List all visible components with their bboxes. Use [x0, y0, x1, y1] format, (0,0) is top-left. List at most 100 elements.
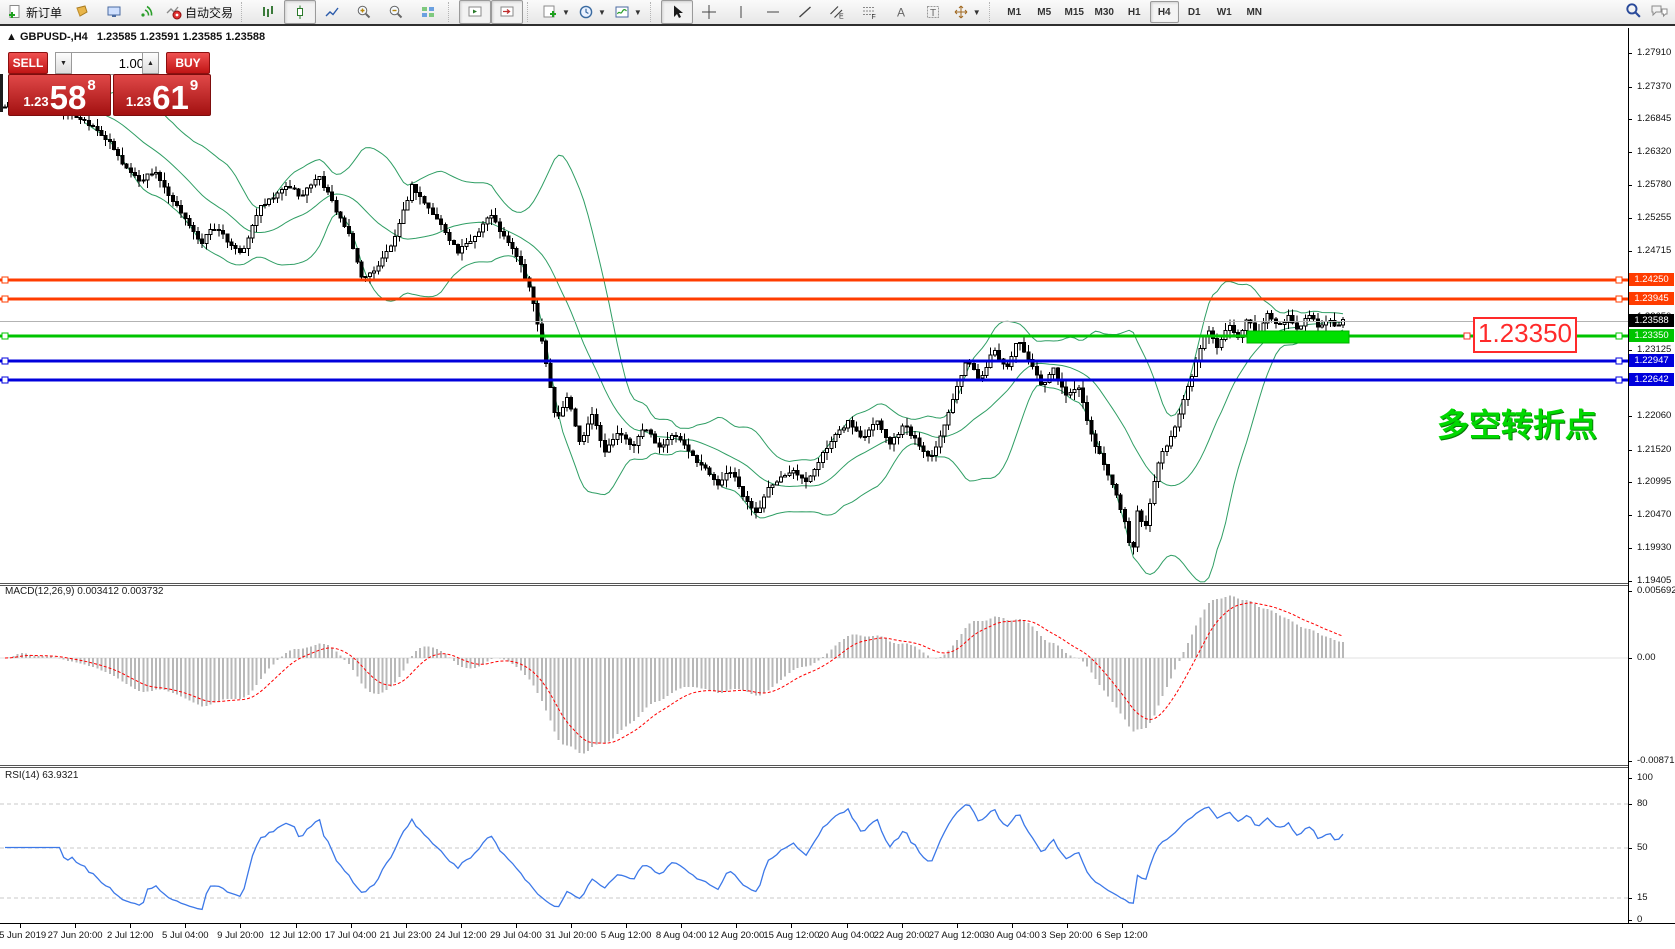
buy-button[interactable]: BUY — [166, 52, 210, 74]
volume-input[interactable] — [71, 52, 149, 75]
publisher-button[interactable] — [98, 0, 130, 24]
time-tick — [571, 924, 572, 928]
price-tick-label: 1.27910 — [1637, 47, 1671, 58]
crayon-icon — [74, 4, 90, 20]
period-button-w1[interactable]: W1 — [1210, 1, 1239, 23]
svg-text:T: T — [930, 8, 936, 19]
cursor-button[interactable] — [661, 0, 693, 24]
time-tick — [185, 924, 186, 928]
sell-button[interactable]: SELL — [8, 52, 48, 74]
volume-increase-button[interactable]: ▲ — [142, 52, 159, 74]
macd-canvas[interactable] — [0, 585, 1629, 766]
time-label: 30 Aug 04:00 — [984, 930, 1040, 941]
indicators-dropdown-button[interactable]: ▼ — [538, 0, 574, 24]
buy-price-big: 61 — [152, 83, 189, 113]
dropdown-arrow-icon: ▼ — [634, 8, 642, 17]
vertical-line-button[interactable] — [725, 0, 757, 24]
fibonacci-button[interactable]: F — [853, 0, 885, 24]
price-tick-label: 1.21520 — [1637, 444, 1671, 455]
macd-tick-label: 0.005692 — [1637, 585, 1675, 596]
bar-chart-button[interactable] — [252, 0, 284, 24]
candlestick-icon — [292, 4, 308, 20]
candlestick-chart-button[interactable] — [284, 0, 316, 24]
sell-price-box[interactable]: 1.23 58 8 — [8, 74, 111, 116]
signal-icon — [138, 4, 154, 20]
zoom-out-button[interactable] — [380, 0, 412, 24]
line-chart-icon — [324, 4, 340, 20]
price-tag: 1.22642 — [1629, 373, 1674, 386]
time-label: 5 Jul 04:00 — [162, 930, 208, 941]
toolbar-separator — [448, 2, 456, 22]
time-label: 25 Jun 2019 — [0, 930, 46, 941]
time-label: 6 Sep 12:00 — [1096, 930, 1147, 941]
main-chart-canvas[interactable] — [0, 28, 1629, 583]
equidistant-channel-button[interactable]: E — [821, 0, 853, 24]
period-button-m30[interactable]: M30 — [1090, 1, 1119, 23]
time-tick — [1122, 924, 1123, 928]
macd-pane-divider[interactable] — [0, 583, 1629, 586]
arrows-dropdown-button[interactable]: ▼ — [949, 0, 985, 24]
price-callout-label[interactable]: 1.23350 — [1473, 317, 1577, 353]
rsi-tick-label: 100 — [1637, 772, 1653, 783]
price-tick-label: 1.20995 — [1637, 476, 1671, 487]
zoom-out-icon — [388, 4, 404, 20]
period-button-h1[interactable]: H1 — [1120, 1, 1149, 23]
price-tick-label: 1.20470 — [1637, 509, 1671, 520]
sell-price-small: 1.23 — [23, 94, 48, 109]
time-label: 17 Jul 04:00 — [325, 930, 377, 941]
buy-price-box[interactable]: 1.23 61 9 — [113, 74, 211, 116]
macd-label: MACD(12,26,9) 0.003412 0.003732 — [5, 586, 163, 597]
time-tick — [957, 924, 958, 928]
period-button-mn[interactable]: MN — [1240, 1, 1269, 23]
time-tick — [902, 924, 903, 928]
buy-price-sup: 9 — [190, 77, 198, 94]
periods-dropdown-button[interactable]: ▼ — [574, 0, 610, 24]
rsi-pane-divider[interactable] — [0, 765, 1629, 768]
chart-shift-button[interactable] — [491, 0, 523, 24]
period-button-h4[interactable]: H4 — [1150, 1, 1179, 23]
price-tick-label: 1.25780 — [1637, 179, 1671, 190]
text-button[interactable]: A — [885, 0, 917, 24]
cn-annotation-text[interactable]: 多空转折点 — [1437, 400, 1597, 446]
period-buttons: M1M5M15M30H1H4D1W1MN — [1000, 1, 1269, 23]
new-order-button[interactable]: 新订单 — [3, 0, 66, 24]
price-tick-label: 1.25255 — [1637, 212, 1671, 223]
price-tick-label: 1.22600 — [1637, 377, 1671, 388]
templates-dropdown-button[interactable]: ▼ — [610, 0, 646, 24]
collapse-arrow-icon[interactable]: ▲ — [6, 31, 17, 43]
period-button-m1[interactable]: M1 — [1000, 1, 1029, 23]
time-label: 2 Jul 12:00 — [107, 930, 153, 941]
chat-icon[interactable] — [1650, 3, 1669, 19]
dropdown-arrow-icon: ▼ — [562, 8, 570, 17]
styler-button[interactable] — [66, 0, 98, 24]
template-icon — [614, 4, 630, 20]
time-label: 3 Sep 20:00 — [1041, 930, 1092, 941]
price-tick-label: 1.19930 — [1637, 542, 1671, 553]
rsi-canvas[interactable] — [0, 768, 1629, 923]
vertical-line-icon — [733, 4, 749, 20]
trendline-button[interactable] — [789, 0, 821, 24]
tile-windows-icon — [420, 4, 436, 20]
period-button-d1[interactable]: D1 — [1180, 1, 1209, 23]
auto-trading-button[interactable]: 自动交易 — [162, 0, 237, 24]
period-button-m15[interactable]: M15 — [1060, 1, 1089, 23]
time-tick — [681, 924, 682, 928]
line-chart-button[interactable] — [316, 0, 348, 24]
chart-shift-icon — [499, 4, 515, 20]
period-button-m5[interactable]: M5 — [1030, 1, 1059, 23]
signals-button[interactable] — [130, 0, 162, 24]
time-label: 9 Jul 20:00 — [217, 930, 263, 941]
horizontal-line-button[interactable] — [757, 0, 789, 24]
tile-windows-button[interactable] — [412, 0, 444, 24]
toolbar-separator — [989, 2, 997, 22]
auto-scroll-button[interactable] — [459, 0, 491, 24]
zoom-in-button[interactable] — [348, 0, 380, 24]
search-icon[interactable] — [1625, 2, 1642, 19]
crosshair-button[interactable] — [693, 0, 725, 24]
time-tick — [75, 924, 76, 928]
text-label-button[interactable]: T — [917, 0, 949, 24]
volume-decrease-button[interactable]: ▼ — [55, 52, 72, 74]
time-tick — [351, 924, 352, 928]
time-tick — [130, 924, 131, 928]
time-axis[interactable]: 25 Jun 201927 Jun 20:002 Jul 12:005 Jul … — [0, 923, 1675, 949]
